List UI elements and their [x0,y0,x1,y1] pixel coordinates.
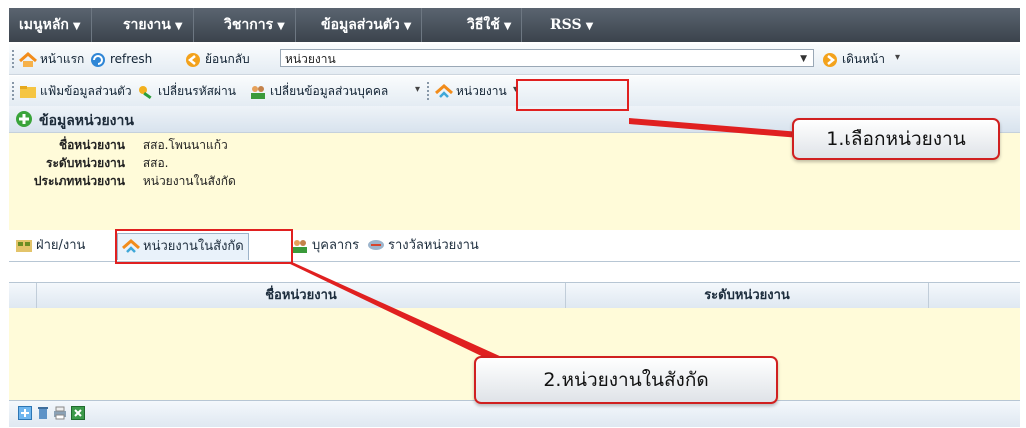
connector-2 [286,262,504,364]
callout-select-unit: 1.เลือกหน่วยงาน [792,118,1000,160]
callout-sub-units: 2.หน่วยงานในสังกัด [474,356,778,404]
connector-1 [629,118,800,138]
